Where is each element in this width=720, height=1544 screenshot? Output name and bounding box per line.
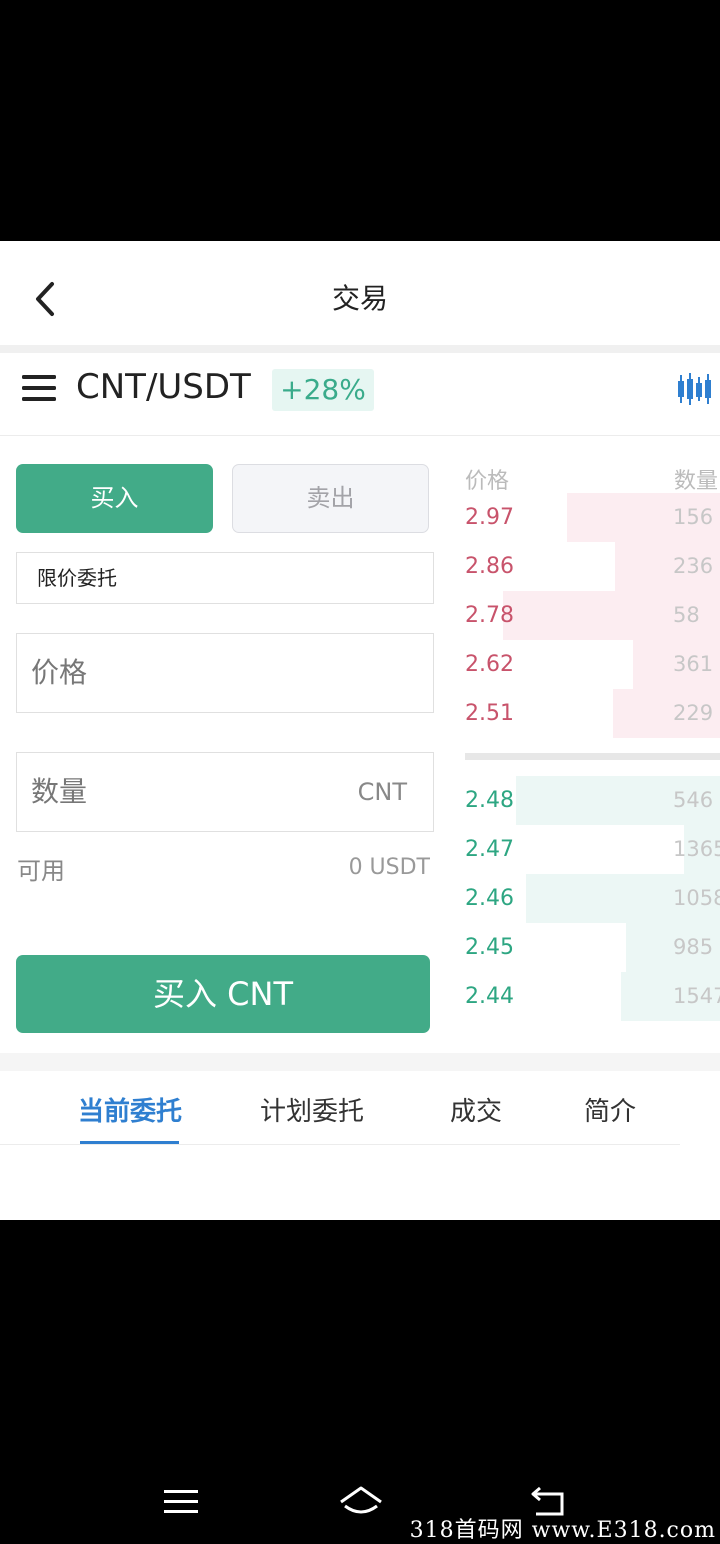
bid-quantity: 985	[673, 935, 714, 959]
buy-tab-button[interactable]: 买入	[16, 464, 213, 533]
orderbook-price-header: 价格	[465, 469, 510, 494]
menu-icon[interactable]	[161, 1484, 201, 1520]
menu-icon[interactable]	[22, 373, 56, 403]
ask-row[interactable]: 2.97 156	[465, 493, 720, 542]
ask-quantity: 236	[673, 554, 714, 578]
bid-price: 2.47	[465, 837, 514, 862]
ask-quantity: 156	[673, 505, 714, 529]
change-badge: +28%	[272, 369, 374, 411]
top-nav: 交易	[0, 241, 720, 345]
bid-quantity: 546	[673, 788, 714, 812]
tab-intro[interactable]: 简介	[584, 1091, 636, 1128]
orderbook-divider	[465, 753, 720, 760]
bid-price: 2.46	[465, 886, 514, 911]
ask-row[interactable]: 2.78 58	[465, 591, 720, 640]
amount-placeholder: 数量	[31, 775, 88, 808]
bid-quantity: 1365	[673, 837, 720, 861]
trade-screen: 交易 CNT/USDT +28% 买入 卖出 限价委托 价格 数量 CNT 可用…	[0, 241, 720, 1220]
bid-quantity: 1058	[673, 886, 720, 910]
candlestick-chart-icon[interactable]	[676, 371, 714, 407]
ask-row[interactable]: 2.51 229	[465, 689, 720, 738]
active-tab-indicator	[80, 1141, 179, 1144]
ask-quantity: 58	[673, 603, 700, 627]
ask-price: 2.97	[465, 505, 514, 530]
tab-current-orders[interactable]: 当前委托	[78, 1091, 182, 1128]
ask-quantity: 229	[673, 701, 714, 725]
bid-price: 2.44	[465, 984, 514, 1009]
bid-row[interactable]: 2.45 985	[465, 923, 720, 972]
sell-tab-button[interactable]: 卖出	[232, 464, 429, 533]
price-placeholder: 价格	[31, 656, 88, 689]
bid-row[interactable]: 2.44 1547	[465, 972, 720, 1021]
tabs-baseline	[0, 1144, 680, 1145]
bid-row[interactable]: 2.48 546	[465, 776, 720, 825]
bid-price: 2.48	[465, 788, 514, 813]
amount-input[interactable]: 数量 CNT	[16, 752, 434, 832]
ask-price: 2.78	[465, 603, 514, 628]
ask-quantity: 361	[673, 652, 714, 676]
tab-trades[interactable]: 成交	[450, 1091, 502, 1128]
back-icon[interactable]	[30, 279, 60, 319]
ask-price: 2.86	[465, 554, 514, 579]
ask-row[interactable]: 2.62 361	[465, 640, 720, 689]
available-value: 0 USDT	[348, 855, 430, 880]
watermark: 318首码网 www.E318.com	[409, 1518, 716, 1543]
home-icon[interactable]	[337, 1484, 385, 1520]
section-divider	[0, 1053, 720, 1071]
amount-unit: CNT	[357, 778, 407, 806]
divider	[0, 345, 720, 353]
available-label: 可用	[17, 857, 65, 885]
ask-price: 2.62	[465, 652, 514, 677]
page-title: 交易	[331, 282, 388, 315]
bid-row[interactable]: 2.47 1365	[465, 825, 720, 874]
pair-bar: CNT/USDT +28%	[0, 353, 720, 436]
tab-plan-orders[interactable]: 计划委托	[260, 1091, 364, 1128]
bid-row[interactable]: 2.46 1058	[465, 874, 720, 923]
orderbook-quantity-header: 数量	[674, 469, 719, 494]
ask-price: 2.51	[465, 701, 514, 726]
bid-price: 2.45	[465, 935, 514, 960]
ask-row[interactable]: 2.86 236	[465, 542, 720, 591]
price-input[interactable]: 价格	[16, 633, 434, 713]
pair-name[interactable]: CNT/USDT	[76, 367, 251, 407]
bid-quantity: 1547	[673, 984, 720, 1008]
order-type-select[interactable]: 限价委托	[16, 552, 434, 604]
submit-buy-button[interactable]: 买入 CNT	[16, 955, 430, 1033]
